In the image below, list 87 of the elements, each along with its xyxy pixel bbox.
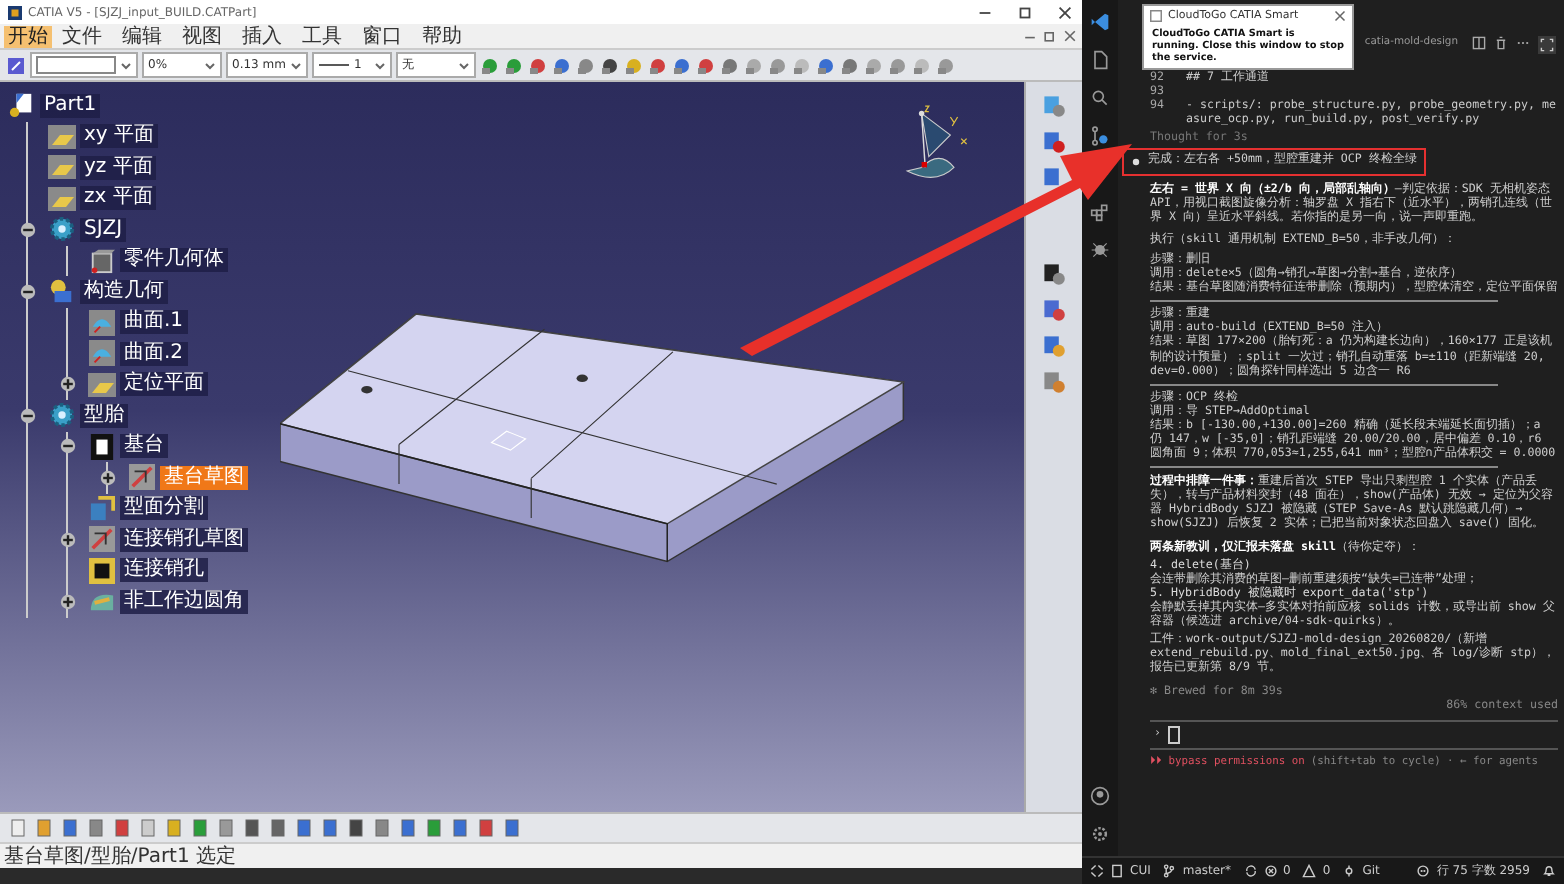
tree-item[interactable]: zx 平面 (80, 186, 157, 211)
split-icon (88, 495, 116, 522)
menu-item[interactable]: 插入 (232, 25, 292, 47)
plane-icon (48, 154, 76, 181)
caret-icon (457, 61, 470, 69)
tree-item[interactable]: 构造几何 (80, 279, 168, 304)
color-dropdown[interactable] (30, 52, 138, 78)
sync-icon[interactable] (1243, 864, 1258, 878)
trash-icon[interactable] (1494, 36, 1508, 50)
caret-icon (204, 61, 216, 69)
tree-item[interactable]: yz 平面 (80, 155, 157, 180)
tree-item[interactable]: 零件几何体 (120, 248, 228, 273)
extensions-icon[interactable] (1090, 202, 1110, 222)
close-icon[interactable] (1062, 28, 1078, 44)
expand-icon[interactable] (60, 531, 76, 548)
tree-item[interactable]: 曲面.2 (120, 341, 188, 366)
menu-item[interactable]: 窗口 (352, 25, 412, 47)
tree-item[interactable]: 连接销孔 (120, 558, 208, 583)
tree-item[interactable]: 曲面.1 (120, 310, 188, 335)
gear-icon (48, 216, 76, 243)
git-icon (1342, 864, 1357, 878)
close-icon[interactable] (1334, 10, 1346, 22)
status-text: 基台草图/型胎/Part1 选定 (4, 845, 237, 867)
collapse-icon[interactable] (20, 407, 36, 424)
menu-item[interactable]: 编辑 (112, 25, 172, 47)
bell-icon[interactable] (1542, 864, 1556, 878)
branch-icon (1162, 864, 1177, 878)
maximize-icon[interactable] (1016, 3, 1034, 21)
warning-icon (1302, 864, 1317, 878)
error-icon (1263, 864, 1278, 878)
pocket-icon (88, 557, 116, 584)
vscode-logo-icon (1090, 12, 1110, 32)
collapse-icon[interactable] (60, 438, 76, 455)
caret-icon (289, 61, 302, 69)
tree-item[interactable]: 型胎 (80, 403, 128, 428)
window-icon (1150, 10, 1162, 22)
caret-icon (373, 61, 386, 69)
toolbar-icon[interactable] (599, 55, 620, 75)
files-icon[interactable] (1090, 50, 1110, 70)
bullet-icon (1132, 158, 1140, 167)
restore-icon[interactable] (1042, 28, 1058, 44)
start-menu[interactable]: 开始 (4, 25, 52, 47)
remote-icon[interactable] (1090, 864, 1104, 878)
expand-icon[interactable] (60, 593, 76, 610)
tree-item[interactable]: SJZJ (80, 217, 127, 242)
settings-icon[interactable] (1090, 824, 1110, 844)
collapse-icon[interactable] (20, 283, 36, 300)
tree-item[interactable]: 基台 (120, 434, 168, 459)
sketch-icon (88, 526, 116, 553)
part-icon (8, 92, 36, 119)
tree-item[interactable]: xy 平面 (80, 124, 159, 149)
menu-item[interactable]: 视图 (172, 25, 232, 47)
plane-icon (88, 371, 116, 398)
menu-item[interactable]: 工具 (292, 25, 352, 47)
expand-icon[interactable] (60, 376, 76, 393)
tree-item[interactable]: 非工作边圆角 (120, 589, 248, 614)
expand-icon[interactable] (100, 469, 116, 486)
bug-icon[interactable] (1090, 240, 1110, 260)
sketch-icon (128, 464, 156, 491)
surface-icon (88, 309, 116, 336)
geometry-set-icon (48, 278, 76, 305)
gear-icon (48, 402, 76, 429)
cube-icon (88, 247, 116, 274)
fullscreen-icon[interactable] (1538, 36, 1556, 54)
paint-icon[interactable] (6, 55, 26, 75)
tree-item[interactable]: 型面分割 (120, 496, 208, 521)
tree-item[interactable]: 连接销孔草图 (120, 527, 248, 552)
menu-item[interactable]: 文件 (52, 25, 112, 47)
split-editor-icon[interactable] (1472, 36, 1486, 50)
menu-item[interactable]: 帮助 (412, 25, 472, 47)
line-style-icon (317, 62, 350, 68)
app-icon (8, 5, 22, 19)
search-icon[interactable] (1090, 88, 1110, 108)
close-icon[interactable] (1056, 3, 1074, 21)
caret-icon (120, 61, 132, 69)
copilot-icon[interactable] (1416, 864, 1431, 878)
pad-icon (88, 433, 116, 460)
toolbar-icon[interactable] (1042, 262, 1066, 286)
tree-item[interactable]: Part1 (40, 93, 101, 118)
account-icon[interactable] (1090, 786, 1110, 806)
surface-icon (88, 340, 116, 367)
plane-icon (48, 123, 76, 150)
tree-item[interactable]: 定位平面 (120, 372, 208, 397)
plane-icon (48, 185, 76, 212)
source-control-icon[interactable] (1090, 126, 1110, 146)
collapse-icon[interactable] (20, 221, 36, 238)
file-icon (1110, 864, 1124, 878)
